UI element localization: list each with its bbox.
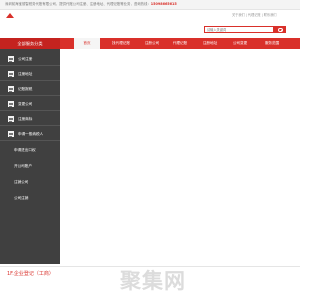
service-category-panel: 公司注册 注册地址 记账报税 变更公司 注册商标 申请一般纳税人 申请进出口权 …: [0, 49, 60, 264]
category-label: 公司注册: [18, 57, 33, 61]
nav-item-find-accounting[interactable]: 找代理记账: [103, 38, 139, 49]
category-register-address[interactable]: 注册地址: [0, 67, 60, 81]
search-button[interactable]: [274, 26, 286, 33]
category-label: 申请进出口权: [14, 148, 36, 152]
category-label: 公司注销: [14, 196, 29, 200]
category-tax-filing[interactable]: 记账报税: [0, 82, 60, 96]
category-company-registration[interactable]: 公司注册: [0, 52, 60, 66]
category-label: 注册商标: [18, 117, 33, 121]
user-links[interactable]: 关于我们 | 代理记账 | 联系我们: [232, 12, 276, 17]
document-icon: [8, 116, 14, 122]
watermark-text: 聚集网: [120, 269, 186, 293]
category-label: 申请一般纳税人: [18, 132, 44, 136]
category-label: 注销公司: [14, 180, 29, 184]
main-nav: 全部服务分类 首页 找代理记账 注册公司 代理记账 注册地址 公司变更 服务范围: [0, 38, 300, 49]
category-label: 开公司账户: [14, 164, 32, 168]
nav-item-service-scope[interactable]: 服务范围: [255, 38, 289, 49]
nav-item-register-address[interactable]: 注册地址: [195, 38, 225, 49]
category-label: 记账报税: [18, 87, 33, 91]
top-info-text: 深圳前海宝德智税务代账有限公司，提供代账公司注册、注册地址、代理记账等业务，咨询…: [5, 1, 177, 6]
nav-item-bookkeeping[interactable]: 代理记账: [165, 38, 195, 49]
nav-item-register-company[interactable]: 注册公司: [139, 38, 165, 49]
top-intro-text: 深圳前海宝德智税务代账有限公司，提供代账公司注册、注册地址、代理记账等业务，咨询…: [5, 2, 151, 6]
document-icon: [8, 71, 14, 77]
category-general-taxpayer[interactable]: 申请一般纳税人: [0, 127, 60, 141]
document-icon: [8, 101, 14, 107]
category-label: 注册地址: [18, 72, 33, 76]
nav-item-home[interactable]: 首页: [74, 38, 100, 49]
category-label: 变更公司: [18, 102, 33, 106]
document-icon: [8, 56, 14, 62]
all-services-button[interactable]: 全部服务分类: [0, 38, 60, 49]
category-trademark[interactable]: 注册商标: [0, 112, 60, 126]
category-cancel-company[interactable]: 注销公司: [0, 175, 60, 189]
category-company-account[interactable]: 开公司账户: [0, 159, 60, 173]
category-import-export[interactable]: 申请进出口权: [0, 143, 60, 157]
category-change-company[interactable]: 变更公司: [0, 97, 60, 111]
document-icon: [8, 86, 14, 92]
hotline-phone[interactable]: 15098665615: [151, 2, 177, 6]
nav-item-company-change[interactable]: 公司变更: [225, 38, 255, 49]
document-icon: [8, 131, 14, 137]
category-company-deregistration[interactable]: 公司注销: [0, 191, 60, 205]
logo-triangle-icon: [6, 13, 14, 18]
floor-title: 1F.企业登记（工商）: [7, 271, 54, 277]
top-info-bar: 深圳前海宝德智税务代账有限公司，提供代账公司注册、注册地址、代理记账等业务，咨询…: [0, 0, 300, 10]
search-input[interactable]: [204, 26, 274, 33]
